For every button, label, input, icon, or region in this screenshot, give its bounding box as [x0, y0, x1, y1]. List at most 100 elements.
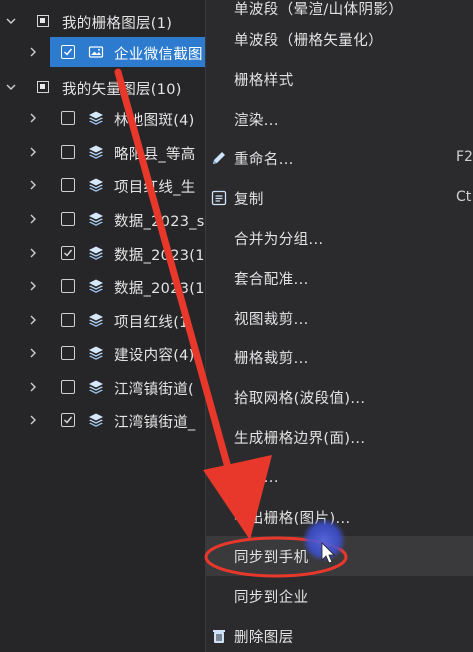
menu-item-8[interactable]: 视图裁剪... — [206, 298, 473, 338]
menu-item-label: 复制 — [234, 192, 264, 208]
layer-checkbox[interactable] — [61, 178, 75, 192]
chevron-right-icon[interactable] — [28, 180, 38, 190]
tree-item-vector-1[interactable]: 略阳县_等高 — [0, 137, 205, 167]
vector-layer-icon — [88, 245, 104, 261]
chevron-right-icon[interactable] — [28, 382, 38, 392]
layer-checkbox[interactable] — [61, 313, 75, 327]
menu-item-label: 重命名... — [234, 152, 294, 168]
chevron-right-icon[interactable] — [28, 415, 38, 425]
menu-item-6[interactable]: 合并为分组... — [206, 218, 473, 258]
trash-icon — [210, 627, 228, 645]
layer-label: 项目红线(1 — [114, 315, 189, 331]
tree-item-vector-8[interactable]: 江湾镇街道( — [0, 372, 205, 402]
tree-item-vector-5[interactable]: 数据_2023(1 — [0, 271, 205, 301]
layer-checkbox[interactable] — [61, 380, 75, 394]
menu-item-12[interactable]: 属性... — [206, 456, 473, 496]
layer-label: 数据_2023(1 — [114, 248, 205, 264]
vector-layer-icon — [88, 379, 104, 395]
pencil-icon — [210, 149, 228, 167]
chevron-right-icon[interactable] — [28, 147, 38, 157]
menu-item-1[interactable]: 单波段（栅格矢量化） — [206, 19, 473, 59]
layer-checkbox[interactable] — [61, 212, 75, 226]
tree-item-vector-0[interactable]: 林地图斑(4) — [0, 103, 205, 133]
menu-item-label: 视图裁剪... — [234, 312, 309, 328]
menu-item-10[interactable]: 拾取网格(波段值)... — [206, 377, 473, 417]
menu-item-label: 栅格裁剪... — [234, 351, 309, 367]
menu-item-label: 单波段（晕渲/山体阴影） — [234, 2, 404, 18]
menu-item-16[interactable]: 删除图层 — [206, 616, 473, 652]
menu-item-14[interactable]: 同步到手机 — [206, 536, 473, 576]
menu-item-label: 生成栅格边界(面)... — [234, 431, 366, 447]
image-layer-icon — [88, 44, 104, 60]
tree-group-label: 我的矢量图层(10) — [62, 82, 182, 98]
tree-item-vector-9[interactable]: 江湾镇街道_ — [0, 405, 205, 435]
vector-layer-icon — [88, 177, 104, 193]
chevron-right-icon[interactable] — [28, 248, 38, 258]
menu-item-3[interactable]: 渲染... — [206, 99, 473, 139]
layer-label: 江湾镇街道_ — [114, 415, 196, 431]
menu-item-15[interactable]: 同步到企业 — [206, 576, 473, 616]
tree-item-vector-3[interactable]: 数据_2023_s — [0, 204, 205, 234]
tree-item-vector-2[interactable]: 项目红线_生 — [0, 170, 205, 200]
menu-item-4[interactable]: 重命名... F2 — [206, 138, 473, 178]
group-checkbox[interactable] — [37, 81, 49, 93]
layer-label: 数据_2023(1 — [114, 281, 205, 297]
chevron-down-icon[interactable] — [6, 16, 16, 26]
layer-label: 林地图斑(4) — [114, 113, 195, 129]
layer-tree-panel: 我的栅格图层(1) 企业微信截图 我的矢量图层(10) 林地图斑(4) 略阳县_… — [0, 0, 205, 652]
menu-item-2[interactable]: 栅格样式 — [206, 59, 473, 99]
layer-checkbox[interactable] — [61, 45, 75, 59]
copy-icon — [210, 189, 228, 207]
group-checkbox[interactable] — [37, 15, 49, 27]
chevron-right-icon[interactable] — [28, 113, 38, 123]
vector-layer-icon — [88, 345, 104, 361]
menu-item-label: 属性... — [234, 470, 279, 486]
layer-label: 江湾镇街道( — [114, 382, 194, 398]
chevron-right-icon[interactable] — [28, 281, 38, 291]
tree-item-raster-0[interactable]: 企业微信截图 — [0, 37, 205, 67]
tree-item-vector-7[interactable]: 建设内容(4) — [0, 338, 205, 368]
layer-label: 建设内容(4) — [114, 348, 195, 364]
menu-item-label: 套合配准... — [234, 272, 309, 288]
menu-item-11[interactable]: 生成栅格边界(面)... — [206, 417, 473, 457]
menu-item-label: 同步到手机 — [234, 550, 309, 566]
layer-checkbox[interactable] — [61, 279, 75, 293]
chevron-down-icon[interactable] — [6, 82, 16, 92]
layer-label: 企业微信截图 — [114, 47, 203, 63]
vector-layer-icon — [88, 278, 104, 294]
menu-item-label: 栅格样式 — [234, 73, 294, 89]
menu-item-label: 拾取网格(波段值)... — [234, 391, 366, 407]
vector-layer-icon — [88, 412, 104, 428]
chevron-right-icon[interactable] — [28, 348, 38, 358]
layer-label: 项目红线_生 — [114, 180, 196, 196]
tree-item-vector-6[interactable]: 项目红线(1 — [0, 305, 205, 335]
layer-checkbox[interactable] — [61, 145, 75, 159]
tree-item-vector-4[interactable]: 数据_2023(1 — [0, 238, 205, 268]
menu-item-13[interactable]: 导出栅格(图片)... — [206, 497, 473, 537]
chevron-right-icon[interactable] — [28, 315, 38, 325]
layer-checkbox[interactable] — [61, 346, 75, 360]
menu-item-9[interactable]: 栅格裁剪... — [206, 337, 473, 377]
vector-layer-icon — [88, 110, 104, 126]
layer-checkbox[interactable] — [61, 413, 75, 427]
layer-checkbox[interactable] — [61, 246, 75, 260]
vector-layer-icon — [88, 211, 104, 227]
menu-item-label: 合并为分组... — [234, 232, 324, 248]
app-window: 我的栅格图层(1) 企业微信截图 我的矢量图层(10) 林地图斑(4) 略阳县_… — [0, 0, 473, 652]
chevron-right-icon[interactable] — [28, 47, 38, 57]
vector-layer-icon — [88, 312, 104, 328]
menu-item-label: 渲染... — [234, 113, 279, 129]
tree-group-label: 我的栅格图层(1) — [62, 16, 173, 32]
menu-item-7[interactable]: 套合配准... — [206, 258, 473, 298]
layer-label: 数据_2023_s — [114, 214, 205, 230]
layer-checkbox[interactable] — [61, 111, 75, 125]
tree-group-vector[interactable]: 我的矢量图层(10) — [0, 72, 205, 102]
menu-item-5[interactable]: 复制 Ct — [206, 178, 473, 218]
menu-item-label: 单波段（栅格矢量化） — [234, 33, 383, 49]
chevron-right-icon[interactable] — [28, 214, 38, 224]
tree-group-raster[interactable]: 我的栅格图层(1) — [0, 6, 205, 36]
vector-layer-icon — [88, 144, 104, 160]
menu-item-label: 导出栅格(图片)... — [234, 511, 351, 527]
menu-item-shortcut: F2 — [456, 149, 473, 165]
menu-item-shortcut: Ct — [456, 189, 472, 205]
